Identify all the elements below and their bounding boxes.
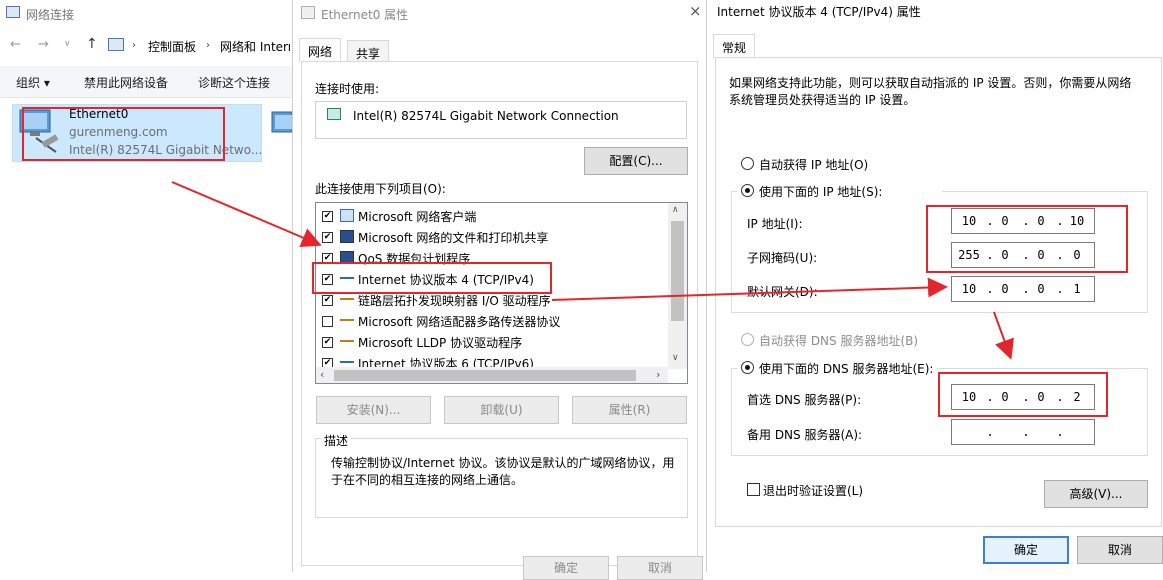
item-checkbox[interactable]: ✔ xyxy=(322,232,333,243)
breadcrumb-separator-icon: › xyxy=(206,40,210,51)
breadcrumb-control-panel[interactable]: 控制面板 xyxy=(148,38,196,55)
manual-ip-label: 使用下面的 IP 地址(S): xyxy=(759,185,883,199)
nic-icon xyxy=(327,108,341,120)
close-icon[interactable]: × xyxy=(689,2,702,20)
item-checkbox[interactable] xyxy=(322,316,333,327)
dialog-title: Internet 协议版本 4 (TCP/IPv4) 属性 xyxy=(717,5,921,19)
breadcrumb-separator-icon: › xyxy=(132,40,136,51)
protocol-icon xyxy=(340,340,354,342)
item-label: Microsoft LLDP 协议驱动程序 xyxy=(358,336,523,350)
ipv4-properties-dialog: Internet 协议版本 4 (TCP/IPv4) 属性 常规 如果网络支持此… xyxy=(706,0,1163,572)
configure-button[interactable]: 配置(C)... xyxy=(584,147,688,175)
highlight-box-dns xyxy=(938,372,1108,417)
item-label: 链路层拓扑发现映射器 I/O 驱动程序 xyxy=(358,294,551,308)
validate-checkbox[interactable] xyxy=(747,483,760,496)
network-connections-app-icon xyxy=(6,6,20,18)
cancel-button[interactable]: 取消 xyxy=(617,556,703,580)
auto-dns-radio[interactable] xyxy=(741,333,754,346)
cancel-button[interactable]: 取消 xyxy=(1077,536,1163,564)
client-icon xyxy=(340,209,354,222)
tab-general[interactable]: 常规 xyxy=(713,34,756,58)
ip-address-label: IP 地址(I): xyxy=(747,217,803,231)
intro-text: 如果网络支持此功能，则可以获取自动指派的 IP 设置。否则，你需要从网络系统管理… xyxy=(729,76,1132,107)
auto-ip-radio[interactable] xyxy=(741,157,754,170)
gateway-field[interactable]: 10. 0. 0. 1 xyxy=(951,276,1095,302)
back-arrow-icon[interactable]: ← xyxy=(10,37,21,52)
window-title: 网络连接 xyxy=(26,8,75,22)
item-checkbox[interactable]: ✔ xyxy=(322,211,333,222)
network-connections-window: 网络连接 ← → ∨ ↑ › 控制面板 › 网络和 Internet 组织 ▾ … xyxy=(0,0,292,572)
octet-4: 1 xyxy=(1073,282,1081,296)
properties-button[interactable]: 属性(R) xyxy=(572,396,687,424)
list-item[interactable]: ✔ Microsoft LLDP 协议驱动程序 xyxy=(322,332,662,352)
diagnose-button[interactable]: 诊断这个连接 xyxy=(198,74,270,91)
up-arrow-icon[interactable]: ↑ xyxy=(86,36,98,52)
file-printer-sharing-icon xyxy=(340,230,354,243)
highlight-box-ip-mask xyxy=(926,205,1128,273)
subnet-mask-label: 子网掩码(U): xyxy=(747,251,818,265)
breadcrumb-network-internet[interactable]: 网络和 Internet xyxy=(220,38,290,55)
list-item[interactable]: ✔ Microsoft 网络客户端 xyxy=(322,206,662,226)
control-panel-icon xyxy=(108,38,124,51)
horizontal-scrollbar[interactable]: ‹ › xyxy=(316,367,668,383)
vertical-scrollbar[interactable]: ∧ ∨ xyxy=(668,203,687,369)
preferred-dns-label: 首选 DNS 服务器(P): xyxy=(747,393,862,407)
item-label: Microsoft 网络适配器多路传送器协议 xyxy=(358,315,561,329)
manual-dns-label: 使用下面的 DNS 服务器地址(E): xyxy=(759,362,934,376)
protocol-icon xyxy=(340,298,354,300)
advanced-button[interactable]: 高级(V)... xyxy=(1044,480,1148,508)
protocol-icon xyxy=(340,319,354,321)
auto-dns-label: 自动获得 DNS 服务器地址(B) xyxy=(759,334,919,348)
dialog-title: Ethernet0 属性 xyxy=(321,8,409,22)
tab-network[interactable]: 网络 xyxy=(299,38,342,62)
uninstall-button[interactable]: 卸载(U) xyxy=(444,396,559,424)
octet-2: 0 xyxy=(1001,282,1009,296)
octet-1: 10 xyxy=(961,282,977,296)
manual-ip-radio[interactable] xyxy=(741,184,754,197)
highlight-box-adapter xyxy=(22,107,225,161)
recent-dropdown-icon[interactable]: ∨ xyxy=(64,39,71,49)
organize-menu[interactable]: 组织 ▾ xyxy=(16,74,50,91)
validate-label: 退出时验证设置(L) xyxy=(763,484,864,498)
item-checkbox[interactable]: ✔ xyxy=(322,295,333,306)
connect-using-label: 连接时使用: xyxy=(315,82,380,96)
second-adapter-icon[interactable] xyxy=(270,110,292,140)
item-label: Microsoft 网络的文件和打印机共享 xyxy=(358,231,549,245)
gateway-label: 默认网关(D): xyxy=(747,285,818,299)
adapter-name-text: Intel(R) 82574L Gigabit Network Connecti… xyxy=(353,109,619,123)
list-item[interactable]: Microsoft 网络适配器多路传送器协议 xyxy=(322,311,662,331)
ok-button[interactable]: 确定 xyxy=(523,556,609,580)
scroll-down-icon[interactable]: ∨ xyxy=(672,353,679,363)
alternate-dns-label: 备用 DNS 服务器(A): xyxy=(747,428,863,442)
dialog-network-icon xyxy=(301,6,315,19)
hscroll-thumb[interactable] xyxy=(334,370,636,381)
item-checkbox[interactable]: ✔ xyxy=(322,337,333,348)
tab-sharing[interactable]: 共享 xyxy=(347,40,390,62)
auto-ip-label: 自动获得 IP 地址(O) xyxy=(759,158,869,172)
item-label: Microsoft 网络客户端 xyxy=(358,210,477,224)
octet-3: 0 xyxy=(1037,282,1045,296)
disable-device-button[interactable]: 禁用此网络设备 xyxy=(84,74,168,91)
scroll-left-icon[interactable]: ‹ xyxy=(320,368,324,381)
highlight-box-ipv4-item xyxy=(312,262,552,294)
install-button[interactable]: 安装(N)... xyxy=(316,396,431,424)
ok-button[interactable]: 确定 xyxy=(983,536,1069,564)
scroll-up-icon[interactable]: ∧ xyxy=(672,205,679,215)
description-text: 传输控制协议/Internet 协议。该协议是默认的广域网络协议，用于在不同的相… xyxy=(331,456,675,487)
description-label: 描述 xyxy=(321,432,352,449)
manual-dns-radio[interactable] xyxy=(741,361,754,374)
scroll-right-icon[interactable]: › xyxy=(656,368,660,381)
list-item[interactable]: ✔ Microsoft 网络的文件和打印机共享 xyxy=(322,227,662,247)
protocol-icon xyxy=(340,361,354,363)
alternate-dns-field[interactable]: . . . xyxy=(951,419,1095,445)
scroll-thumb[interactable] xyxy=(671,221,684,321)
forward-arrow-icon[interactable]: → xyxy=(38,37,49,52)
items-label: 此连接使用下列项目(O): xyxy=(315,182,446,196)
